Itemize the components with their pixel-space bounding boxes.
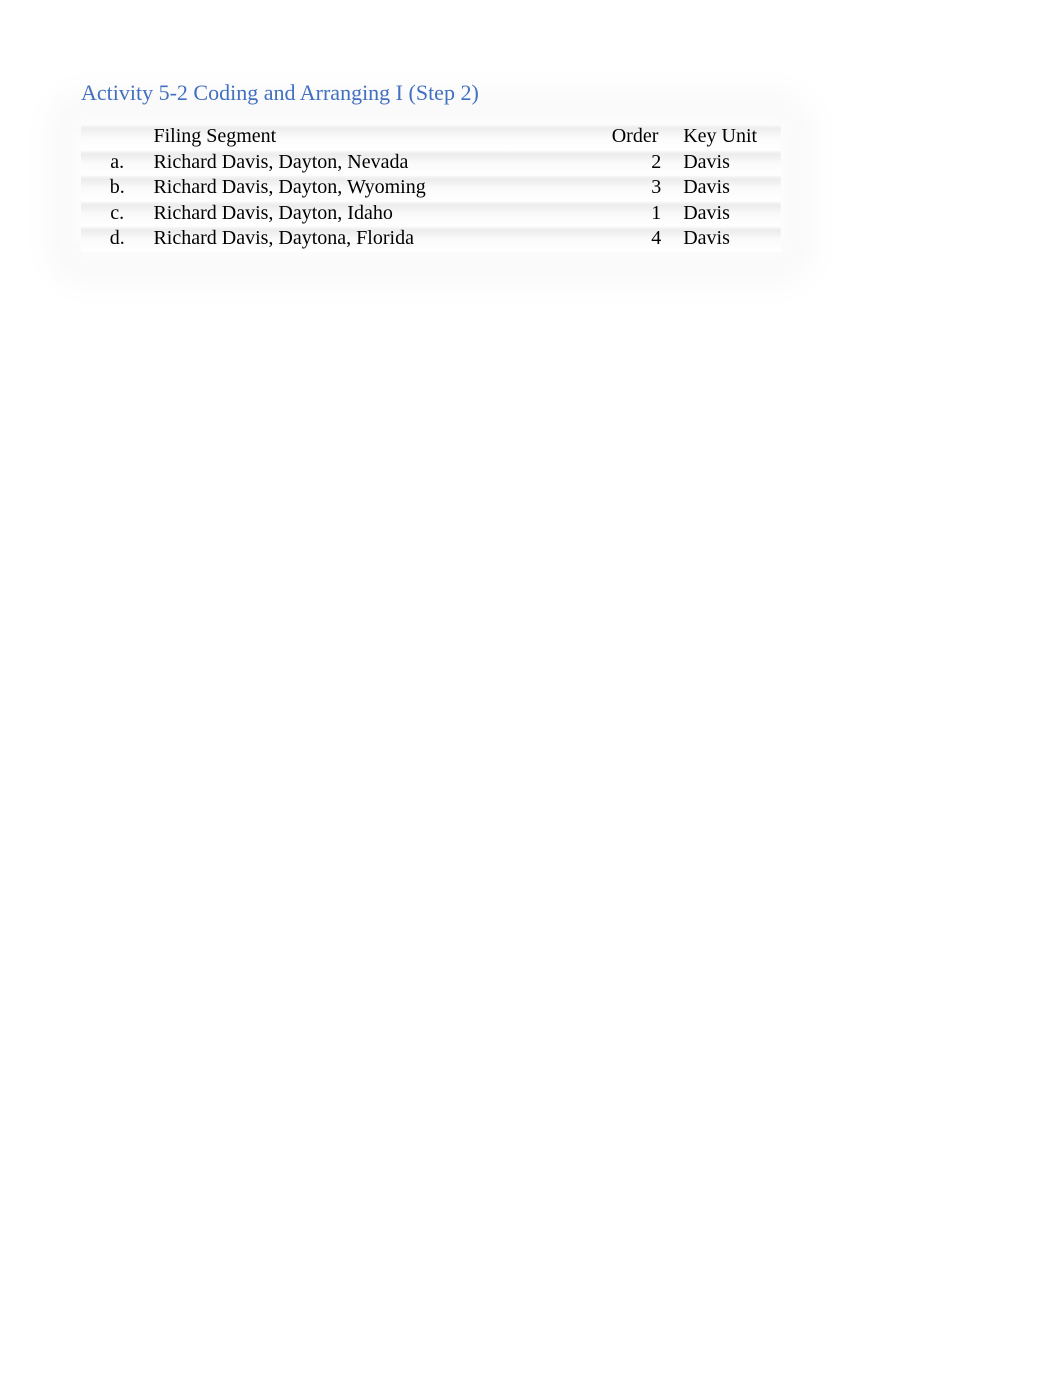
table-row: a. Richard Davis, Dayton, Nevada 2 Davis (81, 150, 781, 176)
cell-key-unit: Davis (669, 175, 781, 201)
cell-order: 1 (612, 201, 670, 227)
cell-letter: a. (81, 150, 153, 176)
document-page: Activity 5-2 Coding and Arranging I (Ste… (0, 0, 1062, 252)
cell-order: 2 (612, 150, 670, 176)
cell-filing-segment: Richard Davis, Dayton, Idaho (153, 201, 611, 227)
cell-key-unit: Davis (669, 150, 781, 176)
cell-filing-segment: Richard Davis, Daytona, Florida (153, 226, 611, 252)
header-filing-segment: Filing Segment (153, 124, 611, 150)
cell-order: 3 (612, 175, 670, 201)
header-key-unit: Key Unit (669, 124, 781, 150)
table-header-row: Filing Segment Order Key Unit (81, 124, 781, 150)
table-row: c. Richard Davis, Dayton, Idaho 1 Davis (81, 201, 781, 227)
cell-letter: d. (81, 226, 153, 252)
cell-filing-segment: Richard Davis, Dayton, Wyoming (153, 175, 611, 201)
cell-letter: b. (81, 175, 153, 201)
data-table: Filing Segment Order Key Unit a. Richard… (81, 124, 781, 252)
cell-key-unit: Davis (669, 201, 781, 227)
header-blank (81, 124, 153, 150)
data-table-wrap: Filing Segment Order Key Unit a. Richard… (81, 124, 781, 252)
cell-order: 4 (612, 226, 670, 252)
table-row: d. Richard Davis, Daytona, Florida 4 Dav… (81, 226, 781, 252)
cell-key-unit: Davis (669, 226, 781, 252)
cell-letter: c. (81, 201, 153, 227)
page-title: Activity 5-2 Coding and Arranging I (Ste… (81, 80, 1062, 106)
table-row: b. Richard Davis, Dayton, Wyoming 3 Davi… (81, 175, 781, 201)
header-order: Order (612, 124, 670, 150)
cell-filing-segment: Richard Davis, Dayton, Nevada (153, 150, 611, 176)
